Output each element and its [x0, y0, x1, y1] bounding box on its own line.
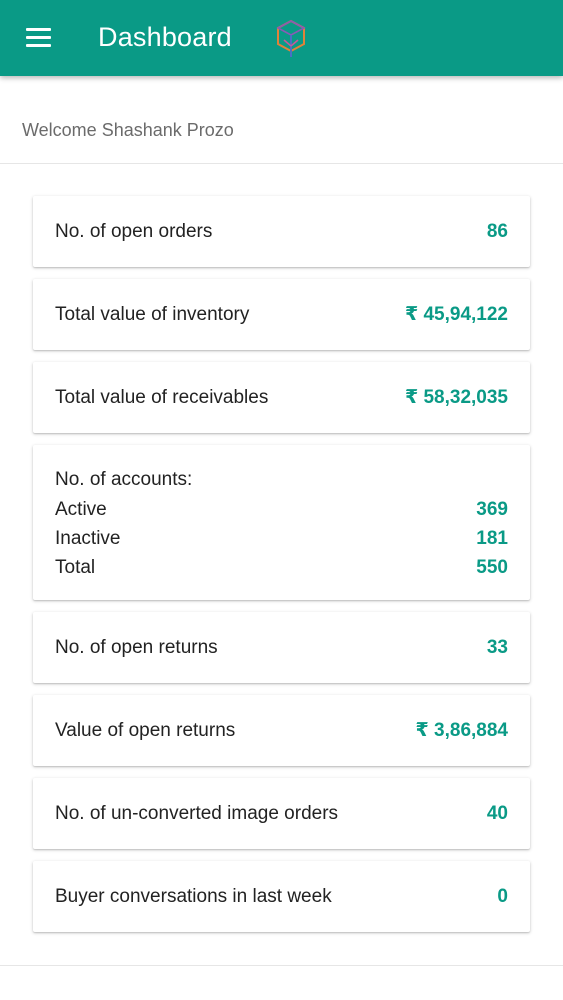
hamburger-menu-icon[interactable] — [26, 28, 51, 48]
open-returns-value: 33 — [486, 636, 508, 658]
inventory-value-card[interactable]: Total value of inventory ₹ 45,94,122 — [33, 279, 530, 350]
unconverted-image-orders-label: No. of un-converted image orders — [55, 802, 339, 824]
open-returns-value-row: Value of open returns ₹ 3,86,884 — [55, 695, 508, 766]
accounts-active-row: Active 369 — [55, 495, 508, 525]
accounts-inactive-value: 181 — [476, 528, 508, 549]
page-title: Dashboard — [98, 22, 232, 52]
buyer-conversations-card[interactable]: Buyer conversations in last week 0 — [33, 861, 530, 932]
inventory-value-row: Total value of inventory ₹ 45,94,122 — [55, 279, 508, 350]
receivables-value-row: Total value of receivables ₹ 58,32,035 — [55, 362, 508, 433]
accounts-total-row: Total 550 — [55, 553, 508, 583]
welcome-text: Welcome Shashank Prozo — [22, 120, 234, 140]
open-orders-value: 86 — [486, 220, 508, 242]
dashboard-cards: No. of open orders 86 Total value of inv… — [33, 196, 530, 944]
open-returns-value-label: Value of open returns — [55, 719, 236, 741]
accounts-card[interactable]: No. of accounts: Active 369 Inactive 181… — [33, 445, 530, 600]
inventory-value-label: Total value of inventory — [55, 303, 250, 325]
brand-logo-icon — [276, 19, 306, 57]
open-returns-value-card[interactable]: Value of open returns ₹ 3,86,884 — [33, 695, 530, 766]
receivables-value-value: ₹ 58,32,035 — [404, 387, 508, 408]
open-orders-card[interactable]: No. of open orders 86 — [33, 196, 530, 267]
open-returns-value-value: ₹ 3,86,884 — [415, 720, 508, 741]
accounts-inactive-row: Inactive 181 — [55, 524, 508, 554]
buyer-conversations-row: Buyer conversations in last week 0 — [55, 861, 508, 932]
accounts-total-value: 550 — [476, 557, 508, 578]
receivables-value-label: Total value of receivables — [55, 386, 269, 408]
open-orders-row: No. of open orders 86 — [55, 196, 508, 267]
open-returns-label: No. of open returns — [55, 636, 218, 658]
accounts-heading: No. of accounts: — [55, 469, 193, 490]
inventory-value-value: ₹ 45,94,122 — [404, 304, 508, 325]
accounts-active-value: 369 — [476, 499, 508, 520]
bottom-divider — [0, 965, 563, 966]
accounts-inactive-label: Inactive — [55, 528, 121, 549]
accounts-total-label: Total — [55, 557, 96, 578]
receivables-value-card[interactable]: Total value of receivables ₹ 58,32,035 — [33, 362, 530, 433]
buyer-conversations-label: Buyer conversations in last week — [55, 885, 332, 907]
unconverted-image-orders-row: No. of un-converted image orders 40 — [55, 778, 508, 849]
buyer-conversations-value: 0 — [497, 885, 508, 907]
open-orders-label: No. of open orders — [55, 220, 213, 242]
unconverted-image-orders-value: 40 — [486, 802, 508, 824]
open-returns-card[interactable]: No. of open returns 33 — [33, 612, 530, 683]
open-returns-row: No. of open returns 33 — [55, 612, 508, 683]
app-bar: Dashboard — [0, 0, 563, 76]
welcome-section: Welcome Shashank Prozo — [0, 76, 563, 164]
accounts-active-label: Active — [55, 499, 107, 520]
unconverted-image-orders-card[interactable]: No. of un-converted image orders 40 — [33, 778, 530, 849]
